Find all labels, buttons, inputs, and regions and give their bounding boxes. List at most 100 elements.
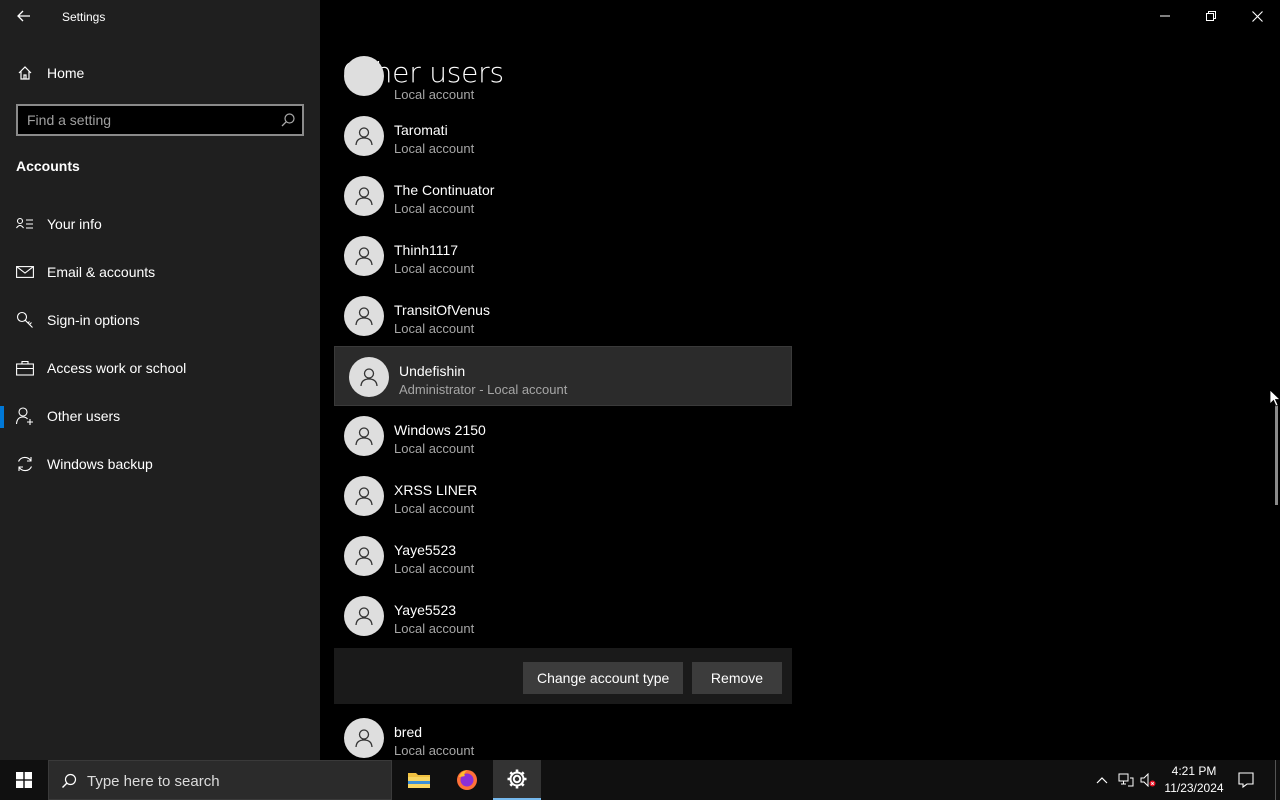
person-icon — [355, 427, 373, 446]
user-account-type: Local account — [394, 261, 475, 276]
taskbar-file-explorer[interactable] — [395, 760, 443, 800]
system-tray: 4:21 PM 11/23/2024 — [1090, 760, 1280, 800]
user-name: Undefishin — [399, 363, 466, 379]
taskbar-clock[interactable]: 4:21 PM 11/23/2024 — [1162, 763, 1226, 797]
user-account-type: Local account — [394, 621, 475, 636]
user-account-type: Local account — [394, 743, 475, 758]
sidebar-item-label: Other users — [47, 408, 121, 424]
user-account-type: Local account — [394, 501, 475, 516]
minimize-button[interactable] — [1142, 0, 1188, 32]
settings-search-box[interactable] — [16, 104, 304, 136]
person-icon — [355, 307, 373, 326]
gear-icon — [507, 769, 527, 789]
key-icon — [16, 311, 34, 329]
sidebar-item-label: Email & accounts — [47, 264, 156, 280]
user-name: Thinh1117 — [394, 242, 459, 258]
user-list-item-selected[interactable]: Undefishin Administrator - Local account — [334, 346, 792, 406]
user-list-item[interactable]: Yaye5523 Local account — [334, 586, 792, 646]
user-avatar — [344, 596, 384, 636]
user-avatar — [344, 56, 384, 96]
sidebar-item-other-users[interactable]: Other users — [0, 392, 320, 440]
mouse-cursor-icon — [1270, 390, 1280, 407]
firefox-icon — [457, 770, 477, 790]
user-name: Yaye5523 — [394, 542, 457, 558]
user-avatar — [344, 718, 384, 758]
taskbar-search-box[interactable] — [48, 760, 392, 800]
sidebar-item-label: Sign-in options — [47, 312, 140, 328]
user-list-item[interactable]: XRSS LINER Local account — [334, 466, 792, 526]
person-icon — [355, 247, 373, 266]
user-account-type: Local account — [394, 201, 475, 216]
remove-user-button[interactable]: Remove — [692, 662, 782, 694]
vertical-scrollbar[interactable] — [1275, 405, 1278, 505]
user-name: XRSS LINER — [394, 482, 478, 498]
user-avatar — [344, 236, 384, 276]
user-avatar — [349, 357, 389, 397]
person-icon — [355, 487, 373, 506]
clock-date: 11/23/2024 — [1164, 781, 1224, 795]
start-button[interactable] — [0, 760, 48, 800]
restore-button[interactable] — [1188, 0, 1234, 32]
person-icon — [355, 187, 373, 206]
sidebar-home-label: Home — [47, 65, 85, 81]
user-list-item[interactable]: The Continuator Local account — [334, 166, 792, 226]
user-list-item[interactable]: bred Local account — [334, 708, 792, 760]
user-account-type: Local account — [394, 441, 475, 456]
settings-search-input[interactable] — [18, 106, 268, 134]
action-center-notification-icon[interactable] — [1238, 772, 1254, 788]
sidebar-item-label: Windows backup — [47, 456, 153, 472]
close-button[interactable] — [1234, 0, 1280, 32]
person-icon — [360, 368, 378, 387]
taskbar-firefox[interactable] — [443, 760, 491, 800]
back-arrow-icon — [17, 10, 30, 22]
taskbar-search-input[interactable] — [87, 771, 377, 791]
back-button[interactable] — [10, 4, 38, 28]
windows-logo-icon — [16, 772, 32, 788]
user-avatar — [344, 536, 384, 576]
sidebar-item-your-info[interactable]: Your info — [0, 200, 320, 248]
search-icon[interactable] — [280, 112, 296, 128]
sidebar-item-windows-backup[interactable]: Windows backup — [0, 440, 320, 488]
user-list-item[interactable]: Local account — [334, 56, 792, 106]
sidebar: Settings Home Accounts Your info Email &… — [0, 0, 320, 760]
user-account-type: Local account — [394, 321, 475, 336]
person-icon — [355, 127, 373, 146]
user-avatar — [344, 116, 384, 156]
user-name: The Continuator — [394, 182, 495, 198]
person-add-icon — [16, 407, 34, 425]
sidebar-item-home[interactable]: Home — [0, 56, 320, 90]
folder-icon — [408, 773, 430, 788]
volume-muted-icon[interactable] — [1140, 772, 1156, 788]
user-name: TransitOfVenus — [394, 302, 490, 318]
user-list-item[interactable]: Thinh1117 Local account — [334, 226, 792, 286]
main-content: Other users Local account Taromati Local… — [320, 0, 1280, 760]
home-icon — [16, 64, 34, 82]
search-icon — [62, 773, 77, 788]
window-title: Settings — [62, 10, 106, 24]
section-title-accounts: Accounts — [16, 158, 80, 174]
user-name: Windows 2150 — [394, 422, 486, 438]
show-hidden-icons-chevron-up-icon[interactable] — [1094, 772, 1110, 788]
user-list-item[interactable]: Windows 2150 Local account — [334, 406, 792, 466]
taskbar-settings[interactable] — [493, 760, 541, 800]
network-icon[interactable] — [1118, 772, 1134, 788]
mail-icon — [16, 263, 34, 281]
user-list-item[interactable]: Yaye5523 Local account — [334, 526, 792, 586]
window-controls — [1142, 0, 1280, 32]
sidebar-item-email-accounts[interactable]: Email & accounts — [0, 248, 320, 296]
briefcase-icon — [16, 359, 34, 377]
user-name: Taromati — [394, 122, 448, 138]
show-desktop-button[interactable] — [1275, 760, 1280, 800]
person-icon — [355, 547, 373, 566]
change-account-type-button[interactable]: Change account type — [523, 662, 684, 694]
other-users-list: Local account Taromati Local account The… — [334, 56, 792, 760]
close-icon — [1251, 10, 1263, 22]
user-list-item[interactable]: TransitOfVenus Local account — [334, 286, 792, 346]
taskbar: 4:21 PM 11/23/2024 — [0, 760, 1280, 800]
clock-time: 4:21 PM — [1171, 764, 1217, 778]
minimize-icon — [1160, 15, 1170, 17]
user-list-item[interactable]: Taromati Local account — [334, 106, 792, 166]
sidebar-item-access-work-school[interactable]: Access work or school — [0, 344, 320, 392]
user-avatar — [344, 416, 384, 456]
sidebar-item-sign-in-options[interactable]: Sign-in options — [0, 296, 320, 344]
